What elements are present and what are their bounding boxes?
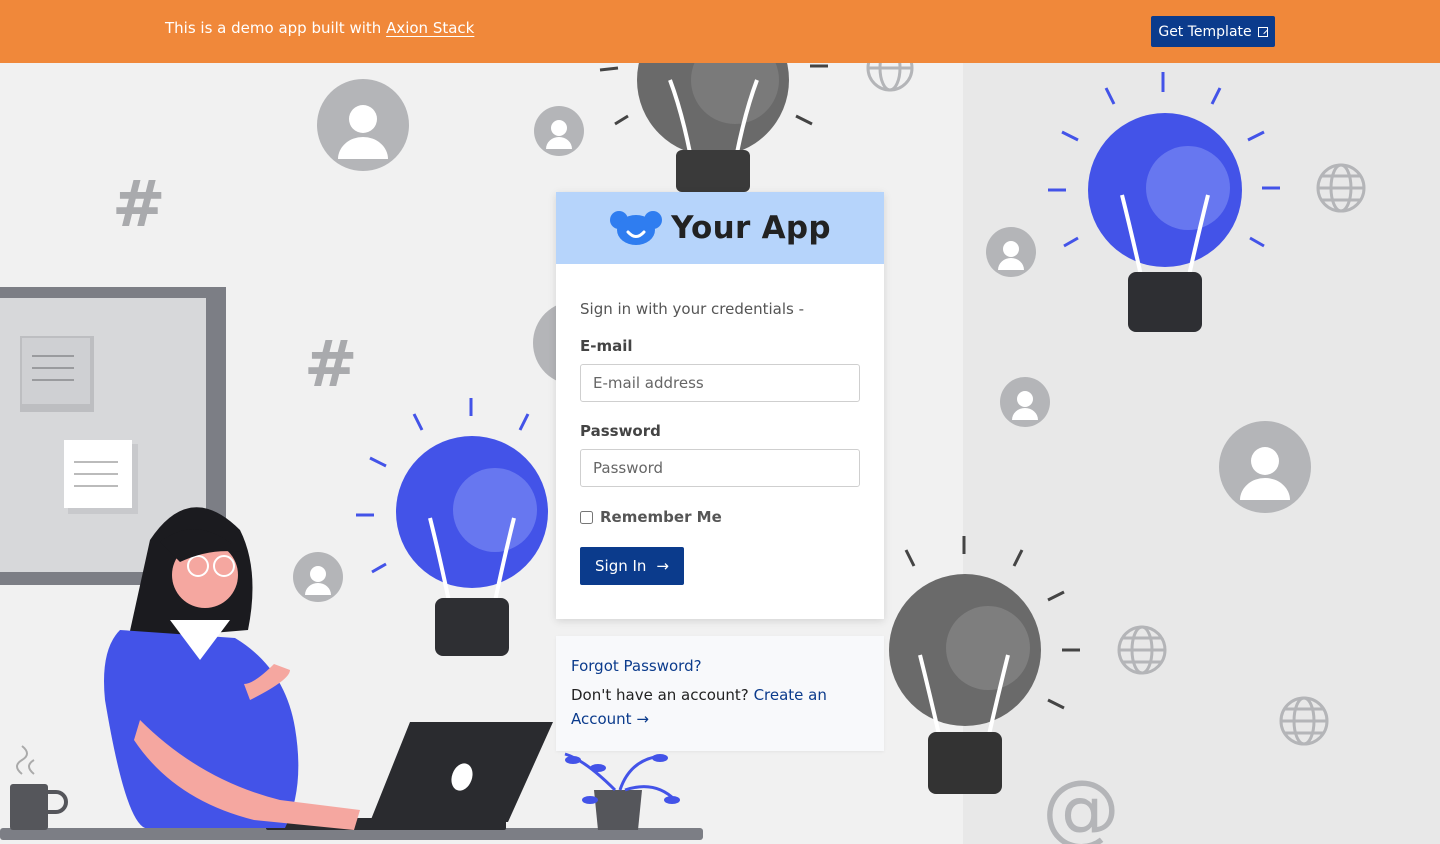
login-card: Your App Sign in with your credentials -… bbox=[556, 192, 884, 619]
password-field[interactable] bbox=[580, 449, 860, 487]
hashtag-icon: # bbox=[304, 328, 358, 402]
account-links-card: Forgot Password? Don't have an account? … bbox=[556, 636, 884, 751]
banner-text: This is a demo app built with Axion Stac… bbox=[165, 19, 474, 37]
user-avatar-icon bbox=[1219, 421, 1311, 513]
at-sign-icon: @ bbox=[1042, 765, 1120, 844]
demo-banner: This is a demo app built with Axion Stac… bbox=[0, 0, 1440, 63]
create-account-link-part2: Account bbox=[571, 710, 632, 728]
external-link-icon bbox=[1257, 26, 1268, 37]
no-account-text: Don't have an account? bbox=[571, 686, 749, 704]
user-avatar-icon bbox=[534, 106, 584, 156]
banner-message: This is a demo app built with bbox=[165, 19, 382, 37]
remember-me-checkbox[interactable] bbox=[580, 510, 593, 524]
user-avatar-icon bbox=[986, 227, 1036, 277]
app-name: Your App bbox=[671, 210, 831, 246]
user-avatar-icon bbox=[293, 552, 343, 602]
get-template-button[interactable]: Get Template bbox=[1151, 16, 1275, 47]
remember-me-label: Remember Me bbox=[600, 508, 722, 526]
create-account-link-part1: Create an bbox=[753, 686, 827, 704]
arrow-right-icon: → bbox=[656, 557, 669, 575]
password-label: Password bbox=[580, 422, 661, 440]
sign-in-button[interactable]: Sign In → bbox=[580, 547, 684, 585]
forgot-password-link[interactable]: Forgot Password? bbox=[571, 657, 869, 675]
email-label: E-mail bbox=[580, 337, 633, 355]
signup-prompt: Don't have an account? Create an Account … bbox=[571, 683, 869, 731]
bear-face-logo-icon bbox=[610, 211, 663, 245]
email-field[interactable] bbox=[580, 364, 860, 402]
remember-me[interactable]: Remember Me bbox=[580, 508, 860, 526]
axion-stack-link[interactable]: Axion Stack bbox=[386, 19, 474, 37]
signin-subtitle: Sign in with your credentials - bbox=[580, 300, 804, 318]
user-avatar-icon bbox=[317, 79, 409, 171]
arrow-right-icon: → bbox=[636, 710, 649, 728]
hashtag-icon: # bbox=[112, 168, 166, 242]
user-avatar-icon bbox=[1000, 377, 1050, 427]
get-template-label: Get Template bbox=[1158, 23, 1252, 40]
card-header: Your App bbox=[556, 192, 884, 264]
sign-in-label: Sign In bbox=[595, 557, 647, 575]
